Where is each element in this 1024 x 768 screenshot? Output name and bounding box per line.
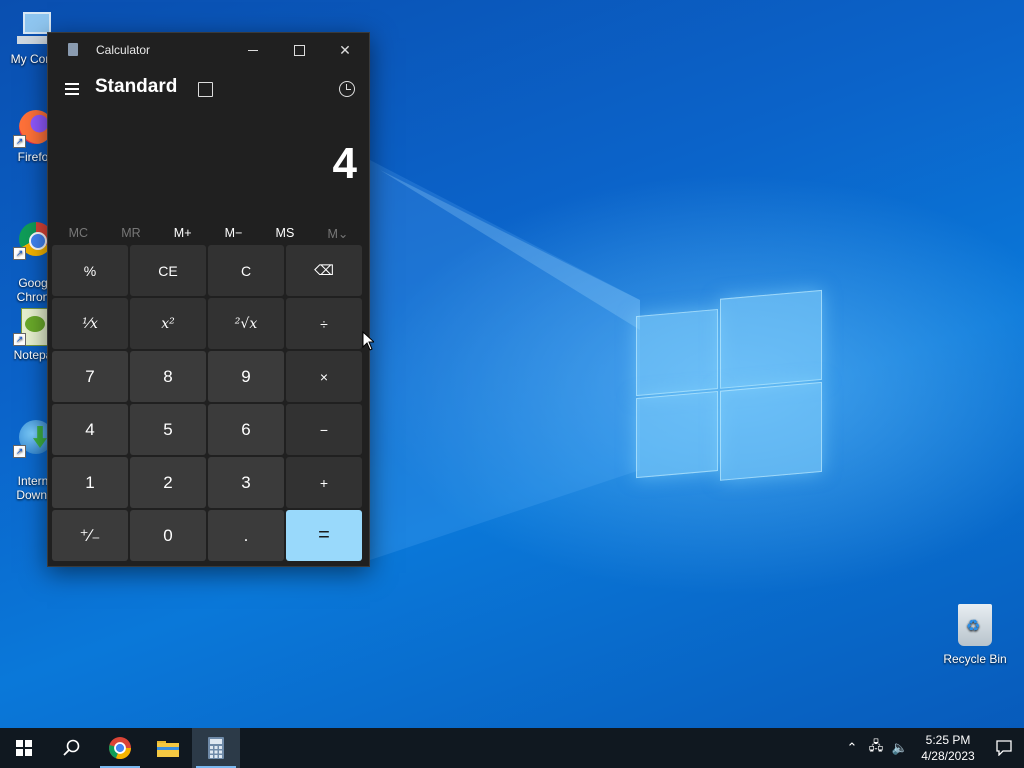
calculator-header: Standard [48,67,369,111]
digit-5-button[interactable]: 5 [130,404,206,455]
clock-time: 5:25 PM [925,733,971,747]
backspace-button[interactable]: ⌫ [286,245,362,296]
equals-button[interactable]: = [286,510,362,561]
system-tray: ⌃ 🖧 🔈 5:25 PM 4/28/2023 [840,728,1024,768]
start-button[interactable] [0,728,48,768]
chrome-icon [109,737,132,760]
desktop-icon-recycle-bin[interactable]: Recycle Bin [938,604,1012,666]
mouse-cursor-icon [362,331,374,351]
memory-clear-button[interactable]: MC [69,226,88,240]
digit-2-button[interactable]: 2 [130,457,206,508]
display-value: 4 [332,139,357,188]
memory-list-button[interactable]: M⌄ [327,226,348,241]
desktop-icon-label: Goog Chron [16,276,50,304]
desktop-icon-label: Firefo [17,150,49,164]
calculator-window[interactable]: Calculator ✕ Standard 4 MC MR M+ M− MS M… [47,32,370,567]
keep-on-top-icon[interactable] [198,82,213,97]
taskbar-calculator-button[interactable] [192,728,240,768]
calculator-icon [208,737,224,759]
shortcut-arrow-icon: ↗ [13,135,26,148]
windows-start-icon [16,740,32,756]
digit-3-button[interactable]: 3 [208,457,284,508]
digit-6-button[interactable]: 6 [208,404,284,455]
memory-add-button[interactable]: M+ [174,226,192,240]
keypad: % CE C ⌫ ¹⁄x x² ²√x ÷ 7 8 9 × 4 5 6 − 1 … [52,245,365,561]
negate-button[interactable]: ⁺∕₋ [52,510,128,561]
windows-logo-wallpaper [636,282,822,488]
clock[interactable]: 5:25 PM 4/28/2023 [912,732,984,764]
reciprocal-button[interactable]: ¹⁄x [52,298,128,349]
show-hidden-icons-chevron-icon[interactable]: ⌃ [840,740,864,756]
minimize-icon [248,49,258,51]
add-button[interactable]: + [286,457,362,508]
digit-7-button[interactable]: 7 [52,351,128,402]
shortcut-arrow-icon: ↗ [13,445,26,458]
memory-store-button[interactable]: MS [276,226,295,240]
memory-subtract-button[interactable]: M− [225,226,243,240]
maximize-button[interactable] [276,33,322,67]
maximize-icon [293,44,305,56]
digit-0-button[interactable]: 0 [130,510,206,561]
result-display: 4 [48,111,369,216]
calculator-app-icon [68,43,78,56]
desktop-icon-label: Intern Downl [16,474,50,502]
minimize-button[interactable] [230,33,276,67]
digit-1-button[interactable]: 1 [52,457,128,508]
close-icon: ✕ [339,41,351,58]
divide-button[interactable]: ÷ [286,298,362,349]
digit-9-button[interactable]: 9 [208,351,284,402]
square-root-button[interactable]: ²√x [208,298,284,349]
volume-icon[interactable]: 🔈 [888,740,912,756]
shortcut-arrow-icon: ↗ [13,247,26,260]
history-icon[interactable] [339,81,355,97]
title-bar[interactable]: Calculator ✕ [48,33,369,67]
clear-button[interactable]: C [208,245,284,296]
hamburger-menu-icon[interactable] [65,83,79,98]
square-button[interactable]: x² [130,298,206,349]
taskbar-chrome-button[interactable] [96,728,144,768]
recycle-bin-icon [958,604,992,646]
backspace-icon: ⌫ [314,262,334,278]
decimal-button[interactable]: . [208,510,284,561]
taskbar-file-explorer-button[interactable] [144,728,192,768]
action-center-button[interactable] [984,740,1024,756]
taskbar: ⌃ 🖧 🔈 5:25 PM 4/28/2023 [0,728,1024,768]
window-title: Calculator [96,43,151,57]
folder-icon [157,741,179,757]
clock-date: 4/28/2023 [921,749,975,763]
memory-recall-button[interactable]: MR [121,226,140,240]
calculator-mode-title: Standard [95,76,178,97]
search-button[interactable] [48,728,96,768]
close-button[interactable]: ✕ [322,33,368,67]
digit-8-button[interactable]: 8 [130,351,206,402]
clear-entry-button[interactable]: CE [130,245,206,296]
subtract-button[interactable]: − [286,404,362,455]
multiply-button[interactable]: × [286,351,362,402]
desktop-icon-label: Recycle Bin [943,652,1007,666]
network-icon[interactable]: 🖧 [864,737,888,759]
percent-button[interactable]: % [52,245,128,296]
shortcut-arrow-icon: ↗ [13,333,26,346]
digit-4-button[interactable]: 4 [52,404,128,455]
notification-icon [996,740,1012,756]
search-icon [63,739,80,756]
